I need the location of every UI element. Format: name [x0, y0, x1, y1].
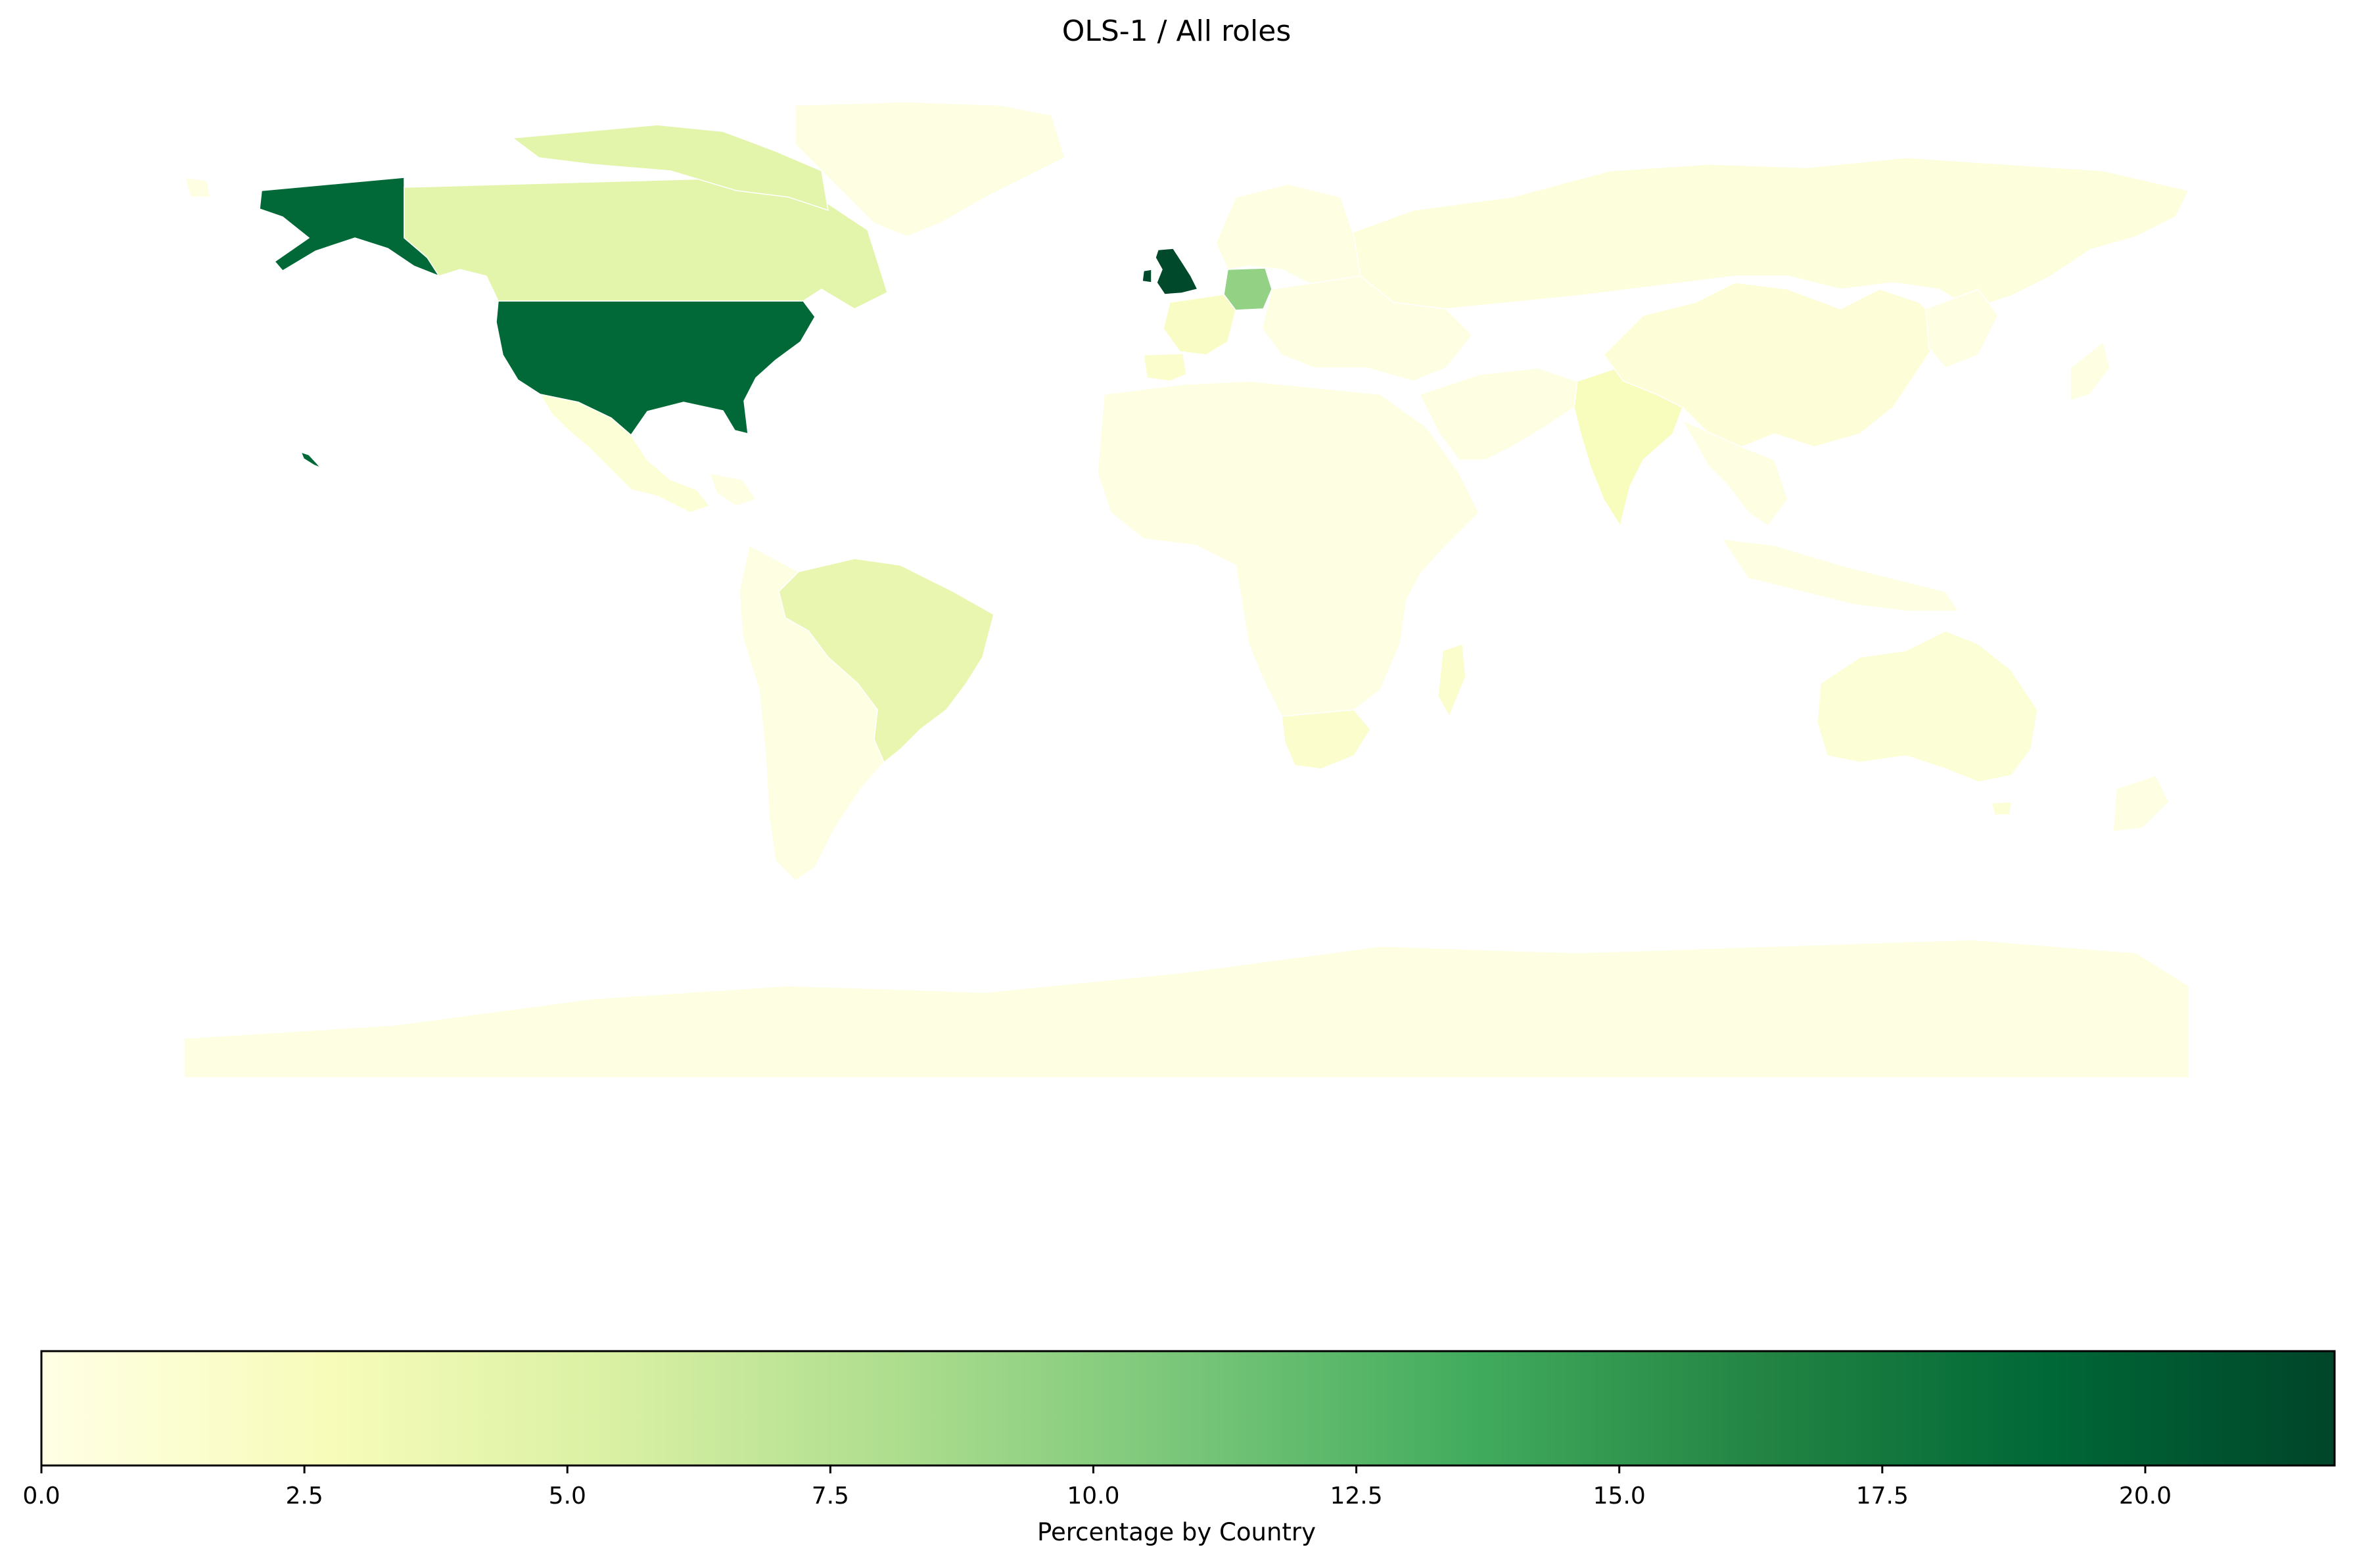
colorbar-tick-label: 2.5 — [285, 1483, 323, 1510]
colorbar-tick-label: 5.0 — [549, 1483, 586, 1510]
colorbar-tick-label: 10.0 — [1067, 1483, 1119, 1510]
colorbar-gradient — [40, 1350, 2336, 1467]
colorbar-tick-label: 17.5 — [1856, 1483, 1909, 1510]
colorbar-tick-label: 7.5 — [812, 1483, 849, 1510]
colorbar-tick-label: 15.0 — [1593, 1483, 1646, 1510]
colorbar: 0.0 2.5 5.0 7.5 10.0 12.5 15.0 17.5 20.0 — [22, 1350, 2336, 1510]
colorbar-tick-label: 20.0 — [2119, 1483, 2172, 1510]
colorbar-tick-label: 0.0 — [22, 1483, 60, 1510]
colorbar-tick-label: 12.5 — [1330, 1483, 1382, 1510]
colorbar-label: Percentage by Country — [1037, 1518, 1316, 1546]
